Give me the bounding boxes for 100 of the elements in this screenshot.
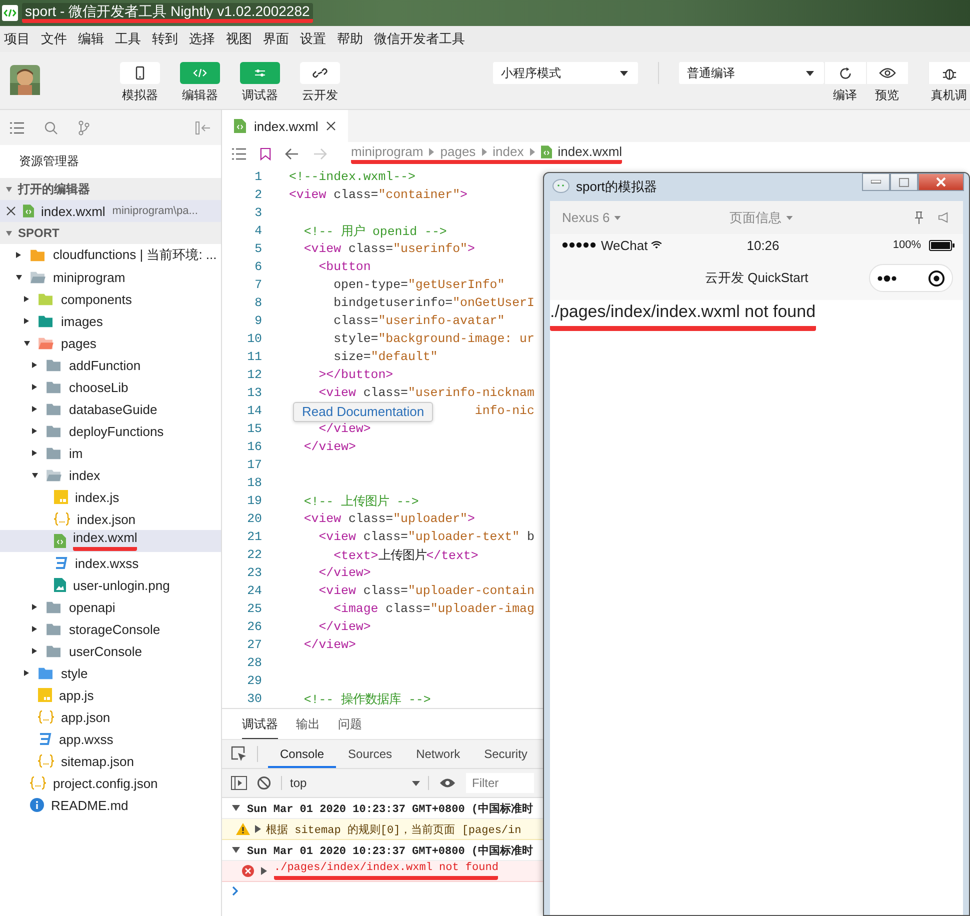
tree-item[interactable]: miniprogram bbox=[0, 266, 221, 288]
tree-item[interactable]: app.js bbox=[0, 684, 221, 706]
tree-item[interactable]: pages bbox=[0, 332, 221, 354]
pin-icon[interactable] bbox=[914, 210, 924, 224]
line-number: 7 bbox=[254, 278, 262, 292]
menu-item[interactable]: 微信开发者工具 bbox=[374, 30, 465, 48]
menu-item[interactable]: 视图 bbox=[226, 30, 252, 48]
tree-item[interactable]: app.json bbox=[0, 706, 221, 728]
list-icon[interactable] bbox=[10, 122, 24, 134]
tree-item[interactable]: index bbox=[0, 464, 221, 486]
tree-item[interactable]: index.js bbox=[0, 486, 221, 508]
menu-item[interactable]: 项目 bbox=[4, 30, 30, 48]
back-arrow-icon[interactable] bbox=[285, 148, 299, 160]
maximize-button[interactable] bbox=[890, 173, 918, 191]
expand-triangle-icon[interactable] bbox=[261, 867, 267, 875]
breadcrumb-item[interactable]: index.wxml bbox=[558, 144, 622, 159]
menu-item[interactable]: 帮助 bbox=[337, 30, 363, 48]
devtools-tab[interactable]: Sources bbox=[336, 740, 404, 768]
menu-item[interactable]: 转到 bbox=[152, 30, 178, 48]
eye-icon[interactable] bbox=[439, 777, 456, 789]
tree-item[interactable]: deployFunctions bbox=[0, 420, 221, 442]
context-select[interactable]: top bbox=[281, 776, 429, 790]
eye-button[interactable] bbox=[866, 62, 908, 84]
close-icon[interactable] bbox=[326, 121, 336, 131]
list-icon[interactable] bbox=[232, 148, 246, 160]
devtools-tab[interactable]: Security bbox=[472, 740, 540, 768]
breadcrumb-item[interactable]: index bbox=[492, 144, 524, 159]
menu-item[interactable]: 编辑 bbox=[78, 30, 104, 48]
panel-tab[interactable]: 调试器 bbox=[242, 709, 278, 739]
panel-tab[interactable]: 问题 bbox=[338, 709, 362, 739]
mode-select[interactable]: 小程序模式 bbox=[493, 62, 638, 84]
tree-item[interactable]: cloudfunctions | 当前环境: ... bbox=[0, 244, 221, 266]
branch-icon[interactable] bbox=[78, 120, 90, 136]
tree-item[interactable]: databaseGuide bbox=[0, 398, 221, 420]
section-header[interactable]: SPORT bbox=[0, 222, 221, 244]
line-number: 2 bbox=[254, 188, 262, 202]
prompt-icon[interactable] bbox=[232, 886, 238, 896]
js-file-icon bbox=[38, 688, 52, 702]
close-button[interactable] bbox=[918, 173, 964, 191]
tree-item[interactable]: images bbox=[0, 310, 221, 332]
tree-item[interactable]: userConsole bbox=[0, 640, 221, 662]
expand-triangle-icon[interactable] bbox=[232, 847, 240, 853]
menu-item[interactable]: 文件 bbox=[41, 30, 67, 48]
tooltip[interactable]: Read Documentation bbox=[293, 402, 434, 422]
menu-item[interactable]: 界面 bbox=[263, 30, 289, 48]
tree-item[interactable]: README.md bbox=[0, 794, 221, 816]
menu-item[interactable]: 选择 bbox=[189, 30, 215, 48]
breadcrumb-item[interactable]: pages bbox=[440, 144, 476, 159]
tree-item[interactable]: user-unlogin.png bbox=[0, 574, 221, 596]
bug-button[interactable] bbox=[928, 62, 970, 84]
tree-item[interactable]: app.wxss bbox=[0, 728, 221, 750]
cloud-toggle[interactable] bbox=[300, 62, 340, 84]
collapse-icon[interactable] bbox=[195, 120, 211, 134]
tree-item[interactable]: im bbox=[0, 442, 221, 464]
editor-tab[interactable]: index.wxml bbox=[222, 110, 348, 142]
filter-field[interactable]: Filter bbox=[466, 773, 534, 793]
file-icon bbox=[234, 119, 246, 133]
tree-item[interactable]: index.wxss bbox=[0, 552, 221, 574]
panel-tab[interactable]: 输出 bbox=[296, 709, 320, 739]
braces-icon bbox=[38, 710, 54, 724]
tree-item[interactable]: storageConsole bbox=[0, 618, 221, 640]
code-line: <view class="uploader-text" b bbox=[318, 530, 534, 544]
sliders-toggle[interactable] bbox=[240, 62, 280, 84]
tree-item[interactable]: components bbox=[0, 288, 221, 310]
clear-icon[interactable] bbox=[257, 776, 271, 790]
folder-icon bbox=[30, 248, 46, 262]
expand-triangle-icon[interactable] bbox=[255, 825, 261, 833]
line-number: 21 bbox=[246, 530, 262, 544]
minimize-button[interactable] bbox=[862, 173, 890, 191]
code-line: <view class="container"> bbox=[289, 188, 468, 202]
tree-item[interactable]: style bbox=[0, 662, 221, 684]
tree-item[interactable]: openapi bbox=[0, 596, 221, 618]
search-icon[interactable] bbox=[44, 120, 58, 134]
bookmark-icon[interactable] bbox=[260, 147, 271, 161]
tree-item[interactable]: sitemap.json bbox=[0, 750, 221, 772]
phone-toggle[interactable] bbox=[120, 62, 160, 84]
tree-item[interactable]: addFunction bbox=[0, 354, 221, 376]
expand-triangle-icon[interactable] bbox=[232, 805, 240, 811]
line-number: 14 bbox=[246, 404, 262, 418]
tree-item[interactable]: index.wxml bbox=[0, 530, 221, 552]
capsule-button[interactable] bbox=[869, 264, 953, 292]
sidebar-toggle-icon[interactable] bbox=[231, 776, 247, 790]
devtools-tab[interactable]: Network bbox=[404, 740, 472, 768]
compile-select[interactable]: 普通编译 bbox=[678, 62, 824, 84]
tree-item[interactable]: project.config.json bbox=[0, 772, 221, 794]
menu-item[interactable]: 设置 bbox=[300, 30, 326, 48]
menu-item[interactable]: 工具 bbox=[115, 30, 141, 48]
breadcrumb-item[interactable]: miniprogram bbox=[351, 144, 424, 159]
inspect-icon[interactable] bbox=[231, 746, 247, 762]
speaker-icon[interactable] bbox=[938, 212, 949, 223]
caret-icon bbox=[412, 780, 420, 786]
refresh-button[interactable] bbox=[824, 62, 866, 84]
section-header[interactable]: 打开的编辑器 bbox=[0, 178, 221, 200]
action-label: 编译 bbox=[833, 87, 857, 104]
code-toggle[interactable] bbox=[180, 62, 220, 84]
line-number: 25 bbox=[246, 602, 262, 616]
open-editor-item[interactable]: index.wxml miniprogram\pa... bbox=[0, 200, 221, 222]
close-icon[interactable] bbox=[6, 206, 16, 216]
tree-item[interactable]: index.json bbox=[0, 508, 221, 530]
tree-item[interactable]: chooseLib bbox=[0, 376, 221, 398]
